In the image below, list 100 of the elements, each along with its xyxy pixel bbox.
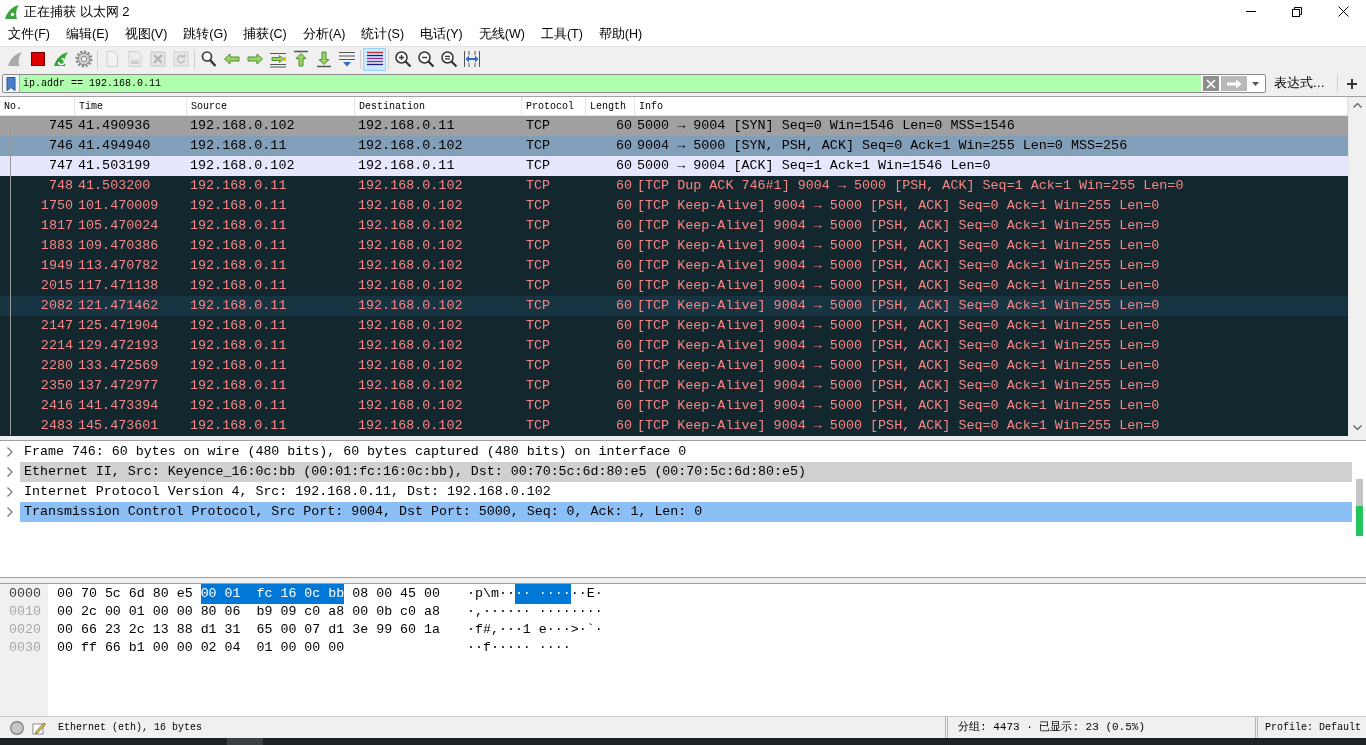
- packet-row[interactable]: 748 41.503200 192.168.0.11 192.168.0.102 TCP 60 [TCP Dup ACK 746#1] 9004 → 5000 [PSH, ACK] Seq=1 Ack=1 Win=255 Len=0: [0, 176, 1348, 196]
- packet-row[interactable]: 745 41.490936 192.168.0.102 192.168.0.11 TCP 60 5000 → 9004 [SYN] Seq=0 Win=1546 Len=0 MSS=1546: [0, 116, 1348, 136]
- packet-info: [TCP Keep-Alive] 9004 → 5000 [PSH, ACK] Seq=0 Ack=1 Win=255 Len=0: [637, 396, 1160, 415]
- timestamp: 129.472193: [78, 336, 159, 355]
- chevron-up-icon: [1353, 103, 1362, 108]
- menu-item[interactable]: 工具(T): [532, 23, 591, 46]
- menu-item[interactable]: 跳转(G): [175, 23, 236, 46]
- ascii-text[interactable]: ·,······ ········: [467, 602, 603, 622]
- timestamp: 105.470024: [78, 216, 159, 235]
- packet-number: 2214: [40, 336, 73, 355]
- protocol-name: TCP: [526, 116, 551, 135]
- filter-bookmark-button[interactable]: [3, 75, 20, 92]
- menu-item[interactable]: 视图(V): [116, 23, 176, 46]
- menu-item[interactable]: 无线(W): [470, 23, 533, 46]
- scrollbar-thumb[interactable]: [1356, 479, 1363, 536]
- packet-row[interactable]: 747 41.503199 192.168.0.102 192.168.0.11 TCP 60 5000 → 9004 [ACK] Seq=1 Ack=1 Win=1546 Len=0: [0, 156, 1348, 176]
- packet-number: 2015: [40, 276, 73, 295]
- packet-number: 1949: [40, 256, 73, 275]
- packet-row[interactable]: 1750 101.470009 192.168.0.11 192.168.0.102 TCP 60 [TCP Keep-Alive] 9004 → 5000 [PSH, ACK] Seq=0 Ack=1 Win=255 Len=0: [0, 196, 1348, 216]
- chevron-right-icon[interactable]: [7, 487, 13, 497]
- striped-lines-icon: [365, 50, 384, 68]
- frame-length: 60: [615, 156, 632, 175]
- vertical-scrollbar[interactable]: [1348, 97, 1366, 436]
- protocol-name: TCP: [526, 156, 551, 175]
- ascii-text[interactable]: ··E·: [570, 584, 603, 604]
- destination-address: 192.168.0.102: [358, 296, 463, 315]
- tree-item[interactable]: Transmission Control Protocol, Src Port: 9004, Dst Port: 5000, Seq: 0, Ack: 1, Len: 0: [20, 502, 1352, 522]
- destination-address: 192.168.0.11: [358, 156, 455, 175]
- tree-item[interactable]: Ethernet II, Src: Keyence_16:0c:bb (00:01:fc:16:0c:bb), Dst: 00:70:5c:6d:80:e5 (00:70:5c:6d:80:e5): [20, 462, 1352, 482]
- menu-item[interactable]: 电话(Y): [412, 23, 471, 46]
- column-header[interactable]: No.: [0, 97, 75, 115]
- ascii-text[interactable]: ··f····· ····: [467, 638, 571, 658]
- protocol-name: TCP: [526, 316, 551, 335]
- packet-row[interactable]: 2015 117.471138 192.168.0.11 192.168.0.102 TCP 60 [TCP Keep-Alive] 9004 → 5000 [PSH, ACK] Seq=0 Ack=1 Win=255 Len=0: [0, 276, 1348, 296]
- packet-row[interactable]: 2082 121.471462 192.168.0.11 192.168.0.102 TCP 60 [TCP Keep-Alive] 9004 → 5000 [PSH, ACK] Seq=0 Ack=1 Win=255 Len=0: [0, 296, 1348, 316]
- hex-bytes[interactable]: 00 2c 00 01 00 00 80 06 b9 09 c0 a8 00 0b c0 a8: [57, 602, 440, 622]
- packet-info: 5000 → 9004 [SYN] Seq=0 Win=1546 Len=0 MSS=1546: [637, 116, 1015, 135]
- arrow-up-icon: [291, 50, 310, 68]
- destination-address: 192.168.0.102: [358, 176, 463, 195]
- menu-item[interactable]: 帮助(H): [590, 23, 651, 46]
- frame-length: 60: [615, 196, 632, 215]
- packet-info: [TCP Keep-Alive] 9004 → 5000 [PSH, ACK] Seq=0 Ack=1 Win=255 Len=0: [637, 196, 1160, 215]
- packet-row[interactable]: 2483 145.473601 192.168.0.11 192.168.0.102 TCP 60 [TCP Keep-Alive] 9004 → 5000 [PSH, ACK] Seq=0 Ack=1 Win=255 Len=0: [0, 416, 1348, 436]
- source-address: 192.168.0.11: [190, 176, 287, 195]
- source-address: 192.168.0.11: [190, 416, 287, 435]
- profile-name[interactable]: Profile: Default: [1265, 720, 1361, 735]
- timestamp: 125.471904: [78, 316, 159, 335]
- column-header[interactable]: Destination: [355, 97, 522, 115]
- packet-row[interactable]: 2214 129.472193 192.168.0.11 192.168.0.102 TCP 60 [TCP Keep-Alive] 9004 → 5000 [PSH, ACK] Seq=0 Ack=1 Win=255 Len=0: [0, 336, 1348, 356]
- hex-bytes[interactable]: 00 01 fc 16 0c bb: [200, 584, 345, 604]
- column-header[interactable]: Protocol: [522, 97, 586, 115]
- ascii-text[interactable]: ·p\m··: [467, 584, 515, 604]
- status-field-info: Ethernet (eth), 16 bytes: [58, 721, 203, 735]
- protocol-name: TCP: [526, 276, 551, 295]
- protocol-name: TCP: [526, 296, 551, 315]
- packet-row[interactable]: 2350 137.472977 192.168.0.11 192.168.0.102 TCP 60 [TCP Keep-Alive] 9004 → 5000 [PSH, ACK] Seq=0 Ack=1 Win=255 Len=0: [0, 376, 1348, 396]
- clear-filter-button[interactable]: [1202, 76, 1219, 91]
- packet-row[interactable]: 1883 109.470386 192.168.0.11 192.168.0.102 TCP 60 [TCP Keep-Alive] 9004 → 5000 [PSH, ACK] Seq=0 Ack=1 Win=255 Len=0: [0, 236, 1348, 256]
- hex-bytes[interactable]: 00 70 5c 6d 80 e5: [57, 584, 193, 604]
- arrow-down-icon: [314, 50, 333, 68]
- packet-row[interactable]: 2280 133.472569 192.168.0.11 192.168.0.102 TCP 60 [TCP Keep-Alive] 9004 → 5000 [PSH, ACK] Seq=0 Ack=1 Win=255 Len=0: [0, 356, 1348, 376]
- protocol-name: TCP: [526, 396, 551, 415]
- source-address: 192.168.0.11: [190, 356, 287, 375]
- hex-bytes[interactable]: 00 66 23 2c 13 88 d1 31 65 00 07 d1 3e 99 60 1a: [57, 620, 440, 640]
- menu-item[interactable]: 捕获(C): [235, 23, 295, 46]
- arrow-left-icon: [222, 50, 241, 68]
- menu-item[interactable]: 分析(A): [294, 23, 354, 46]
- packet-number: 2082: [40, 296, 73, 315]
- colorize-button[interactable]: [363, 47, 386, 71]
- frame-length: 60: [615, 396, 632, 415]
- column-header[interactable]: Length: [586, 97, 635, 115]
- menu-item[interactable]: 编辑(E): [57, 23, 117, 46]
- hex-bytes[interactable]: 08 00 45 00: [352, 584, 440, 604]
- chevron-right-icon[interactable]: [7, 467, 13, 477]
- packet-info: [TCP Keep-Alive] 9004 → 5000 [PSH, ACK] Seq=0 Ack=1 Win=255 Len=0: [637, 416, 1160, 435]
- menu-item[interactable]: 文件(F): [0, 23, 58, 46]
- zoom-out-icon: [416, 50, 435, 68]
- destination-address: 192.168.0.102: [358, 416, 463, 435]
- chevron-right-icon[interactable]: [7, 507, 13, 517]
- packet-number: 745: [48, 116, 73, 135]
- ascii-text[interactable]: ·· ····: [514, 584, 571, 604]
- expression-button[interactable]: 表达式…: [1271, 74, 1327, 93]
- protocol-name: TCP: [526, 256, 551, 275]
- packet-info: [TCP Dup ACK 746#1] 9004 → 5000 [PSH, ACK] Seq=1 Ack=1 Win=255 Len=0: [637, 176, 1184, 195]
- packet-row[interactable]: 1949 113.470782 192.168.0.11 192.168.0.102 TCP 60 [TCP Keep-Alive] 9004 → 5000 [PSH, ACK] Seq=0 Ack=1 Win=255 Len=0: [0, 256, 1348, 276]
- column-header[interactable]: Source: [187, 97, 355, 115]
- packet-row[interactable]: 2416 141.473394 192.168.0.11 192.168.0.102 TCP 60 [TCP Keep-Alive] 9004 → 5000 [PSH, ACK] Seq=0 Ack=1 Win=255 Len=0: [0, 396, 1348, 416]
- packet-count: 分组: 4473 · 已显示: 23 (0.5%): [958, 720, 1146, 736]
- packet-row[interactable]: 2147 125.471904 192.168.0.11 192.168.0.102 TCP 60 [TCP Keep-Alive] 9004 → 5000 [PSH, ACK] Seq=0 Ack=1 Win=255 Len=0: [0, 316, 1348, 336]
- column-header[interactable]: Time: [75, 97, 187, 115]
- menu-item[interactable]: 统计(S): [353, 23, 413, 46]
- packet-row[interactable]: 1817 105.470024 192.168.0.11 192.168.0.102 TCP 60 [TCP Keep-Alive] 9004 → 5000 [PSH, ACK] Seq=0 Ack=1 Win=255 Len=0: [0, 216, 1348, 236]
- destination-address: 192.168.0.102: [358, 216, 463, 235]
- packet-number: 747: [48, 156, 73, 175]
- destination-address: 192.168.0.102: [358, 356, 463, 375]
- cross-icon: [148, 50, 167, 68]
- ascii-text[interactable]: ·f#,···1 e···>·`·: [467, 620, 603, 640]
- display-filter-input[interactable]: ip.addr == 192.168.0.11: [20, 75, 1201, 92]
- hex-bytes[interactable]: 00 ff 66 b1 00 00 02 04 01 00 00 00: [57, 638, 345, 658]
- chevron-right-icon[interactable]: [7, 447, 13, 457]
